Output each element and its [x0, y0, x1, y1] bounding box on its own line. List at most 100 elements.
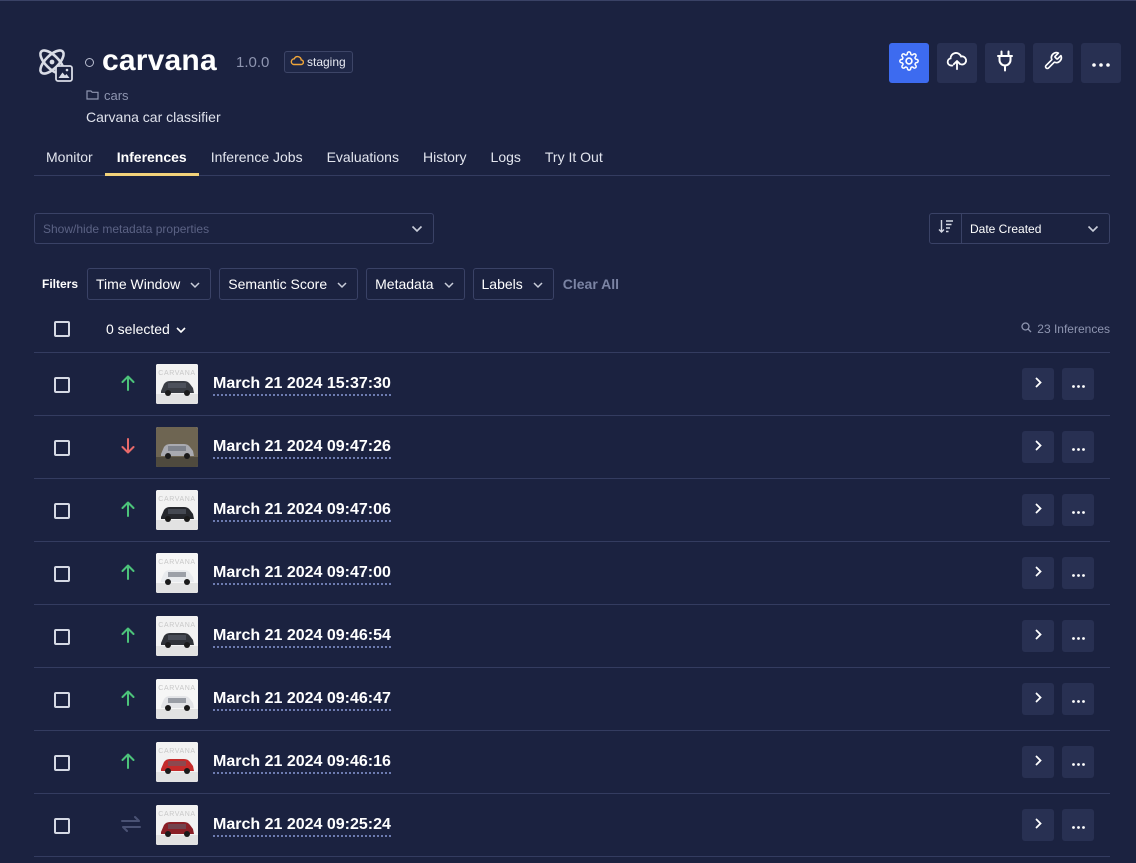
chevron-down-icon: [1087, 225, 1109, 233]
settings-button[interactable]: [889, 43, 929, 83]
clear-all-button[interactable]: Clear All: [563, 276, 619, 292]
filter-label: Time Window: [96, 276, 181, 292]
tab-inference-jobs[interactable]: Inference Jobs: [199, 140, 315, 175]
inference-timestamp[interactable]: March 21 2024 09:46:47: [213, 690, 391, 711]
row-more-button[interactable]: [1062, 494, 1094, 526]
inference-thumbnail: CARVANA: [156, 553, 198, 593]
inference-row[interactable]: CARVANA March 21 2024 09:25:24: [34, 794, 1110, 857]
svg-text:CARVANA: CARVANA: [158, 811, 195, 818]
tools-button[interactable]: [1033, 43, 1073, 83]
filter-metadata[interactable]: Metadata: [366, 268, 465, 300]
row-checkbox[interactable]: [54, 692, 70, 708]
inference-count-label: 23 Inferences: [1037, 322, 1110, 336]
row-more-button[interactable]: [1062, 368, 1094, 400]
tab-logs[interactable]: Logs: [479, 140, 533, 175]
inference-row[interactable]: CARVANA March 21 2024 09:46:54: [34, 605, 1110, 668]
row-checkbox[interactable]: [54, 755, 70, 771]
filter-time-window[interactable]: Time Window: [87, 268, 212, 300]
ellipsis-icon: [1071, 816, 1085, 834]
environment-badge: staging: [284, 51, 353, 73]
tab-monitor[interactable]: Monitor: [34, 140, 105, 175]
upload-button[interactable]: [937, 43, 977, 83]
inference-thumbnail: CARVANA: [156, 490, 198, 530]
chevron-right-icon: [1035, 375, 1042, 393]
ellipsis-icon: [1071, 690, 1085, 708]
inference-timestamp[interactable]: March 21 2024 09:47:26: [213, 438, 391, 459]
open-inference-button[interactable]: [1022, 431, 1054, 463]
wrench-icon: [1043, 51, 1063, 76]
row-checkbox[interactable]: [54, 503, 70, 519]
chevron-right-icon: [1035, 564, 1042, 582]
list-header: 0 selected 23 Inferences: [34, 310, 1110, 353]
tab-inferences[interactable]: Inferences: [104, 140, 199, 176]
select-all-checkbox[interactable]: [54, 321, 70, 337]
sort-direction-button[interactable]: [930, 214, 962, 243]
integrations-button[interactable]: [985, 43, 1025, 83]
ellipsis-icon: [1092, 54, 1110, 72]
project-name: cars: [104, 88, 129, 103]
inference-thumbnail: CARVANA: [156, 616, 198, 656]
chevron-right-icon: [1035, 753, 1042, 771]
tab-try-it-out[interactable]: Try It Out: [533, 140, 615, 175]
chevron-down-icon: [443, 276, 454, 292]
arrow-up-icon: [120, 500, 136, 518]
more-options-button[interactable]: [1081, 43, 1121, 83]
inference-timestamp[interactable]: March 21 2024 09:47:00: [213, 564, 391, 585]
filter-label: Semantic Score: [228, 276, 328, 292]
chevron-right-icon: [1035, 501, 1042, 519]
inference-row[interactable]: CARVANA March 21 2024 15:37:30: [34, 353, 1110, 416]
open-inference-button[interactable]: [1022, 494, 1054, 526]
row-checkbox[interactable]: [54, 377, 70, 393]
filter-label: Labels: [481, 276, 523, 292]
arrow-down-icon: [120, 437, 136, 455]
row-more-button[interactable]: [1062, 746, 1094, 778]
inference-row[interactable]: CARVANA March 21 2024 09:46:16: [34, 731, 1110, 794]
ellipsis-icon: [1071, 438, 1085, 456]
header-actions: [889, 43, 1121, 83]
tab-evaluations[interactable]: Evaluations: [315, 140, 411, 175]
model-version: 1.0.0: [236, 54, 270, 71]
inference-timestamp[interactable]: March 21 2024 15:37:30: [213, 375, 391, 396]
row-more-button[interactable]: [1062, 431, 1094, 463]
chevron-down-icon: [533, 276, 543, 292]
selection-dropdown[interactable]: 0 selected: [106, 321, 186, 337]
open-inference-button[interactable]: [1022, 809, 1054, 841]
row-more-button[interactable]: [1062, 683, 1094, 715]
row-more-button[interactable]: [1062, 557, 1094, 589]
filter-semantic-score[interactable]: Semantic Score: [219, 268, 359, 300]
inference-row[interactable]: March 21 2024 09:47:26: [34, 416, 1110, 479]
inference-timestamp[interactable]: March 21 2024 09:47:06: [213, 501, 391, 522]
inference-row[interactable]: CARVANA March 21 2024 09:47:00: [34, 542, 1110, 605]
inference-row[interactable]: CARVANA March 21 2024 09:47:06: [34, 479, 1110, 542]
inference-timestamp[interactable]: March 21 2024 09:46:16: [213, 753, 391, 774]
filter-bar: Filters Time Window Semantic Score Metad…: [42, 268, 619, 300]
row-checkbox[interactable]: [54, 566, 70, 582]
chevron-down-icon: [190, 276, 200, 292]
inference-row[interactable]: CARVANA March 21 2024 09:46:47: [34, 668, 1110, 731]
row-checkbox[interactable]: [54, 818, 70, 834]
inference-timestamp[interactable]: March 21 2024 09:46:54: [213, 627, 391, 648]
cloud-upload-icon: [946, 51, 968, 76]
ellipsis-icon: [1071, 375, 1085, 393]
metadata-properties-select[interactable]: Show/hide metadata properties: [34, 213, 434, 244]
open-inference-button[interactable]: [1022, 620, 1054, 652]
row-more-button[interactable]: [1062, 809, 1094, 841]
row-checkbox[interactable]: [54, 629, 70, 645]
open-inference-button[interactable]: [1022, 557, 1054, 589]
open-inference-button[interactable]: [1022, 683, 1054, 715]
open-inference-button[interactable]: [1022, 746, 1054, 778]
tab-history[interactable]: History: [411, 140, 479, 175]
filter-labels[interactable]: Labels: [472, 268, 554, 300]
swap-icon: [120, 815, 141, 833]
model-name: carvana: [102, 44, 217, 77]
model-type-icon: [34, 44, 74, 84]
svg-text:CARVANA: CARVANA: [158, 370, 195, 377]
open-inference-button[interactable]: [1022, 368, 1054, 400]
row-more-button[interactable]: [1062, 620, 1094, 652]
sort-select[interactable]: Date Created: [929, 213, 1110, 244]
inference-thumbnail: [156, 427, 198, 467]
project-link[interactable]: cars: [86, 88, 129, 103]
chevron-right-icon: [1035, 627, 1042, 645]
row-checkbox[interactable]: [54, 440, 70, 456]
inference-timestamp[interactable]: March 21 2024 09:25:24: [213, 816, 391, 837]
